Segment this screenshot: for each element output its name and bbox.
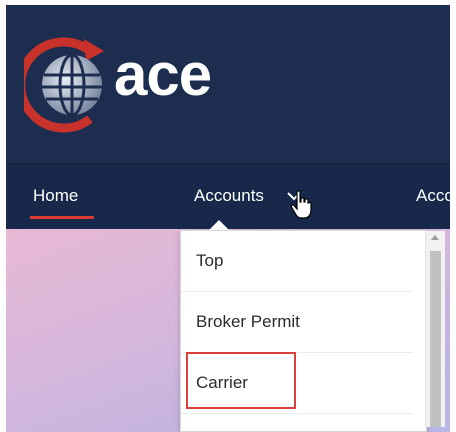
- nav-item-accounts[interactable]: Accounts: [194, 186, 264, 206]
- menu-item-broker-permit[interactable]: Broker Permit: [181, 292, 413, 353]
- scroll-thumb[interactable]: [430, 251, 441, 427]
- menu-item-top[interactable]: Top: [181, 231, 413, 292]
- nav-item-home[interactable]: Home: [33, 186, 78, 206]
- scroll-up-arrow-icon[interactable]: [431, 235, 439, 240]
- nav-item-accounts-truncated[interactable]: Acco: [416, 186, 450, 206]
- header: ace: [6, 5, 450, 163]
- logo-text: ace: [114, 41, 212, 108]
- menu-item-label: Broker Permit: [196, 312, 300, 331]
- globe-logo-icon: [24, 37, 104, 133]
- dropdown-scrollbar[interactable]: [425, 231, 445, 427]
- menu-item-label: Top: [196, 251, 224, 270]
- active-tab-indicator: [30, 216, 94, 219]
- carrier-highlight-box: [186, 352, 296, 409]
- ace-logo[interactable]: ace: [24, 25, 224, 145]
- hand-pointer-cursor-icon: [290, 190, 312, 219]
